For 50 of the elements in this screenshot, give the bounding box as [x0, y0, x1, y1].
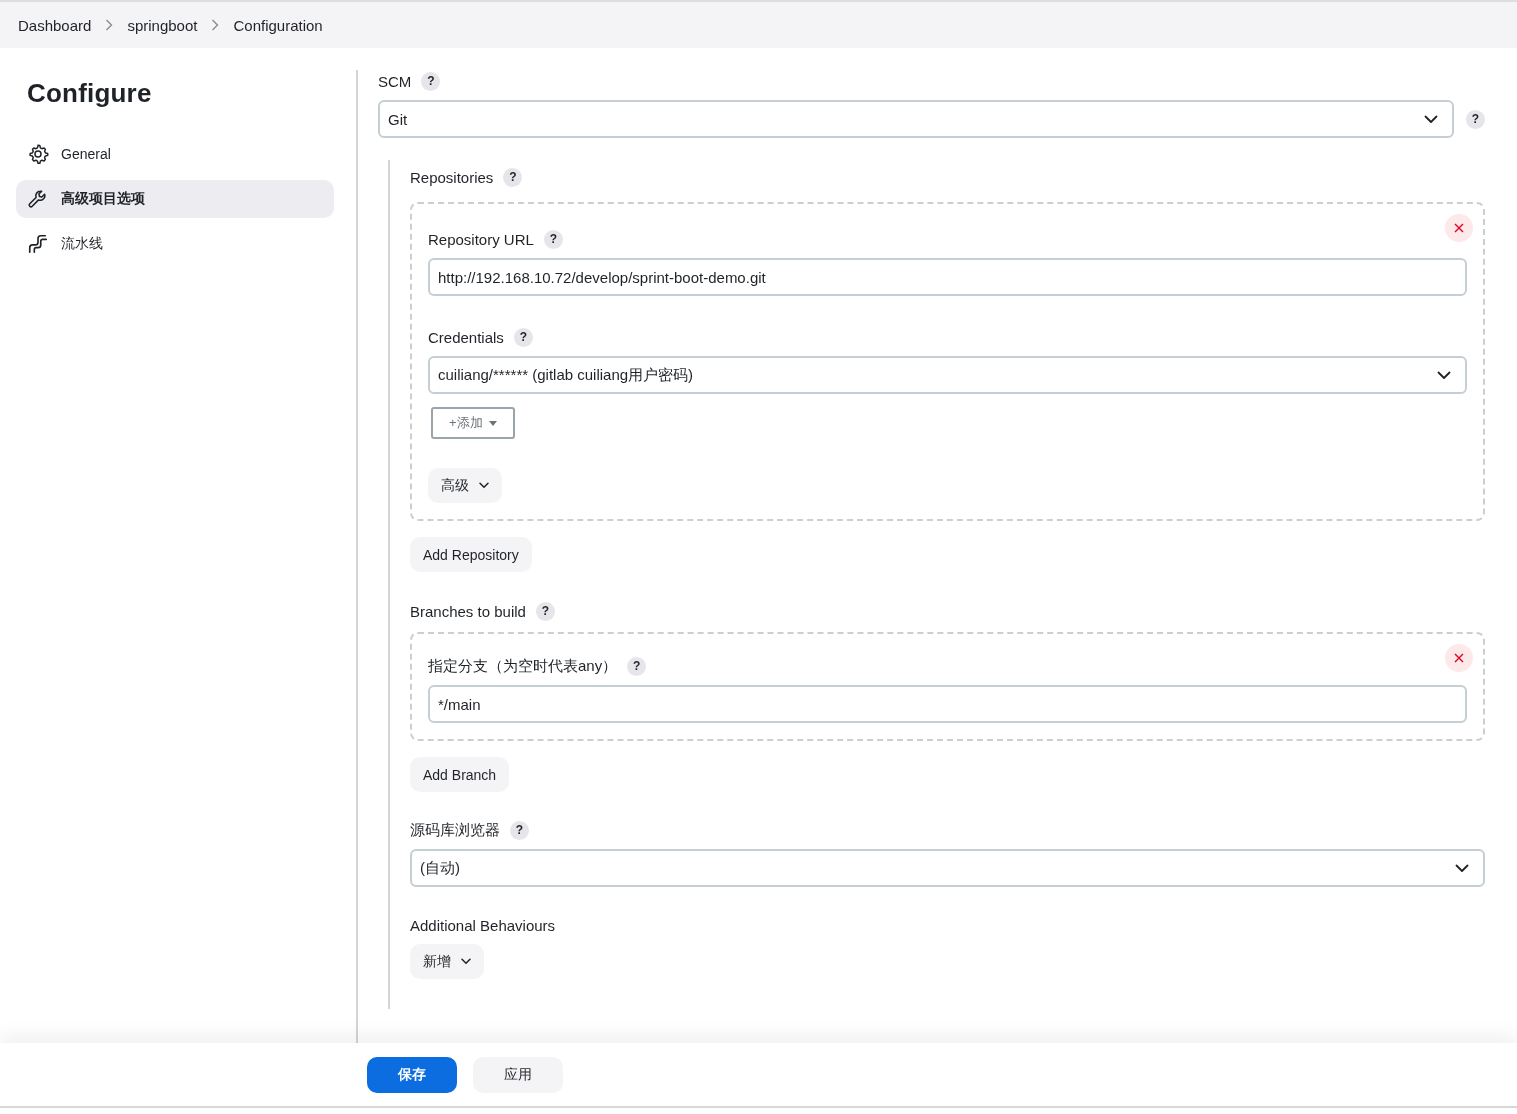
sidebar-item[interactable]: General [16, 135, 334, 173]
url-field[interactable]: http://192.168.10.72/develop/sprint-boot-demo.git [428, 258, 1467, 296]
sidebar-item[interactable]: 流水线 [16, 225, 334, 263]
add-button[interactable]: +添加 [431, 407, 515, 439]
field-label: SCM [378, 72, 412, 90]
apply-button[interactable]: 应用 [473, 1056, 563, 1093]
pipeline-icon [27, 233, 49, 255]
field-label: Branches to build [410, 602, 526, 620]
chevron-right-icon [211, 19, 220, 31]
help-button[interactable]: ? [510, 820, 529, 840]
page-title: Configure [27, 78, 153, 109]
chevron-right-icon [105, 19, 114, 31]
save-button[interactable]: 保存 [367, 1056, 457, 1093]
breadcrumb-link[interactable]: Dashboard [18, 16, 92, 34]
sidebar-item[interactable]: 高级项目选项 [16, 180, 334, 218]
chevron-down-icon [461, 958, 471, 965]
field-label: Repositories [410, 168, 494, 186]
close-button[interactable] [1445, 214, 1473, 242]
help-button[interactable]: ? [535, 601, 555, 621]
credentials-select[interactable]: cuiliang/****** (gitlab cuiliang用户密码) [428, 356, 1467, 394]
help-button[interactable]: ? [543, 229, 563, 249]
chevron-down-icon [479, 482, 489, 489]
help-button[interactable]: ? [1466, 109, 1485, 129]
field-label: 指定分支（为空时代表any） [428, 656, 618, 676]
caret-icon [488, 420, 497, 426]
chevron-down-icon [1455, 863, 1469, 873]
close-button[interactable] [1445, 644, 1473, 672]
field-label: Additional Behaviours [410, 916, 556, 934]
branch-field[interactable]: */main [428, 685, 1467, 723]
chevron-down-icon [1424, 114, 1438, 124]
add-branch-button[interactable]: Add Branch [410, 757, 510, 792]
breadcrumb-link[interactable]: Configuration [233, 16, 323, 34]
chevron-down-icon [1437, 370, 1451, 380]
field-label: Credentials [428, 328, 504, 346]
breadcrumb-link[interactable]: springboot [127, 16, 198, 34]
wrench-icon [27, 188, 49, 210]
close-icon [1454, 653, 1464, 663]
settings-icon [27, 143, 49, 165]
repository-browser-select[interactable]: (自动) [410, 849, 1485, 887]
field-label: Repository URL [428, 230, 534, 248]
help-button[interactable]: ? [513, 327, 533, 347]
add-behaviour-button[interactable]: 新增 [410, 944, 484, 979]
scm-select[interactable]: Git [378, 100, 1454, 138]
help-button[interactable]: ? [627, 656, 647, 676]
help-button[interactable]: ? [421, 71, 441, 91]
add-repository-button[interactable]: Add Repository [410, 537, 532, 572]
help-button[interactable]: ? [503, 167, 523, 187]
close-icon [1454, 223, 1464, 233]
advanced-button[interactable]: 高级 [428, 468, 502, 503]
field-label: 源码库浏览器 [410, 820, 500, 840]
